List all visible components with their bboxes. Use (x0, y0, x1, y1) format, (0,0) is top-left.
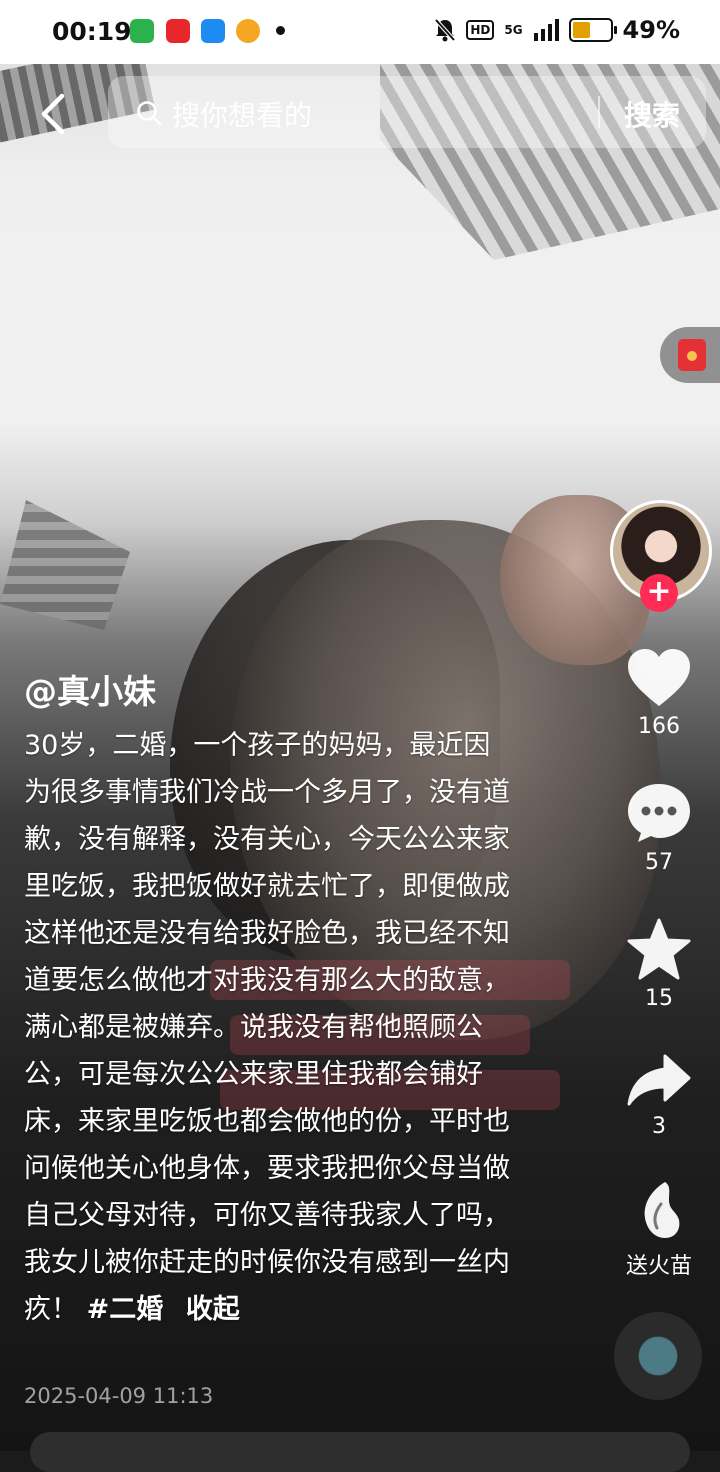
share-button[interactable]: 3 (618, 1052, 700, 1139)
search-app-icon (201, 19, 225, 43)
send-fire-button[interactable]: 送火苗 (618, 1180, 700, 1280)
send-fire-label: 送火苗 (625, 1254, 692, 1279)
caption-text: 30岁，二婚，一个孩子的妈妈，最近因为很多事情我们冷战一个多月了，没有道歉，没有… (24, 730, 510, 1325)
hashtag-link[interactable]: #二婚 (87, 1294, 164, 1325)
weibo-app-icon (236, 19, 260, 43)
favorite-button[interactable]: 15 (618, 918, 700, 1011)
heart-icon (628, 649, 690, 706)
back-button[interactable] (36, 92, 76, 136)
post-caption: 30岁，二婚，一个孩子的妈妈，最近因为很多事情我们冷战一个多月了，没有道歉，没有… (24, 722, 514, 1333)
toutiao-app-icon (166, 19, 190, 43)
collapse-button[interactable]: 收起 (186, 1294, 240, 1325)
author-name[interactable]: @真小妹 (24, 665, 156, 713)
mute-bell-icon (434, 18, 456, 42)
flame-icon (644, 1182, 680, 1238)
share-count: 3 (652, 1114, 666, 1139)
search-bar[interactable]: 搜你想看的 搜索 (108, 76, 706, 148)
follow-button[interactable]: + (640, 574, 678, 612)
building-lower-left (0, 500, 130, 630)
more-notifications-icon (276, 26, 285, 35)
favorite-count: 15 (645, 986, 673, 1011)
shield-app-icon (130, 19, 154, 43)
search-icon (137, 101, 162, 126)
red-packet-icon (678, 339, 706, 371)
post-date: 2025-04-09 11:13 (24, 1384, 214, 1408)
red-packet-widget[interactable] (660, 327, 720, 383)
search-divider (598, 96, 600, 128)
network-indicator: 5G (504, 23, 523, 37)
star-icon (627, 918, 691, 980)
hd-indicator: HD (466, 20, 495, 40)
signal-icon (533, 19, 559, 41)
battery-percent: 49% (622, 16, 680, 44)
comment-count: 57 (645, 850, 673, 875)
search-input[interactable]: 搜你想看的 (172, 94, 312, 134)
search-button[interactable]: 搜索 (624, 94, 680, 134)
battery-icon (568, 18, 617, 42)
share-arrow-icon (627, 1054, 691, 1106)
comment-icon (628, 784, 690, 842)
status-bar: 00:19 HD 5G 49% (0, 0, 720, 64)
chevron-left-icon (41, 93, 65, 135)
status-time: 00:19 (52, 17, 132, 46)
like-button[interactable]: 166 (618, 648, 700, 739)
like-count: 166 (638, 714, 680, 739)
comment-input-bar[interactable] (30, 1432, 690, 1472)
comment-button[interactable]: 57 (618, 782, 700, 875)
music-disc[interactable] (614, 1312, 702, 1400)
